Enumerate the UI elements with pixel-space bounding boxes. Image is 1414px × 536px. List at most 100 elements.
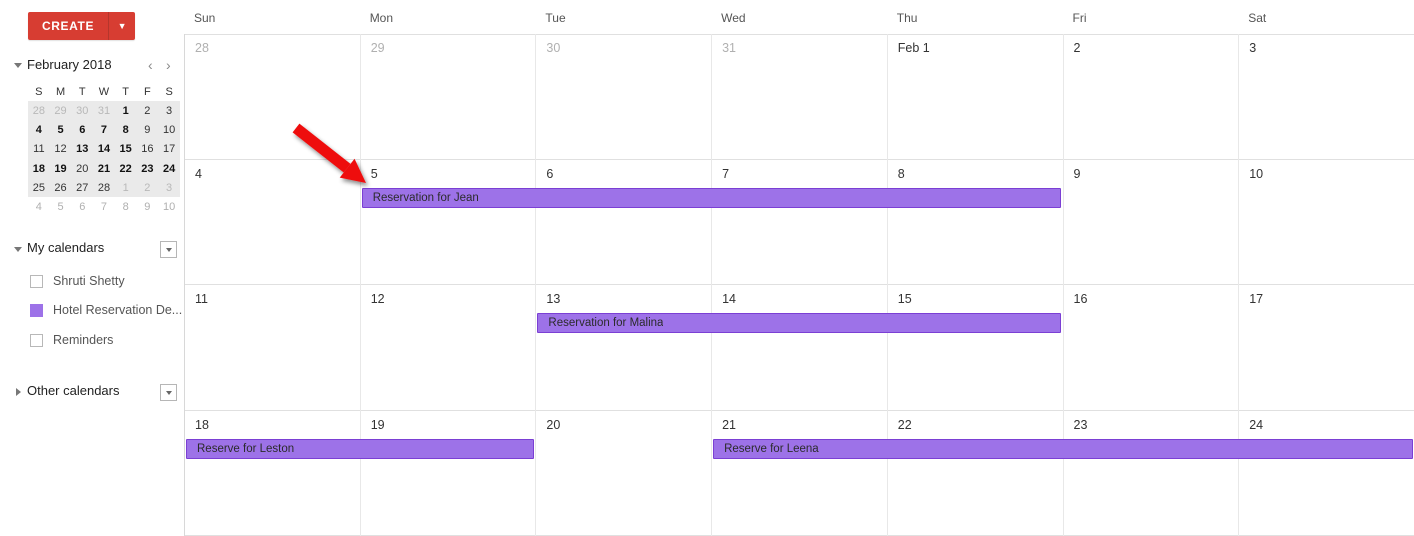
mini-calendar-day[interactable]: 11 xyxy=(28,140,50,159)
mini-calendar-day[interactable]: 12 xyxy=(50,140,72,159)
mini-calendar-day[interactable]: 6 xyxy=(71,120,93,139)
mini-calendar-day[interactable]: 5 xyxy=(50,120,72,139)
day-number: 20 xyxy=(546,418,560,432)
mini-calendar-day[interactable]: 4 xyxy=(28,197,50,216)
day-cell[interactable]: 16 xyxy=(1063,285,1239,411)
create-dropdown-arrow-icon[interactable]: ▼ xyxy=(109,12,135,40)
calendar-event[interactable]: Reservation for Malina xyxy=(537,313,1061,333)
day-cell[interactable]: 2 xyxy=(1063,34,1239,160)
mini-calendar-day[interactable]: 24 xyxy=(158,159,180,178)
day-cell[interactable]: 22 xyxy=(887,411,1063,536)
mini-calendar-day[interactable]: 2 xyxy=(137,101,159,120)
my-calendars-title: My calendars xyxy=(27,240,104,255)
mini-calendar-day[interactable]: 13 xyxy=(71,140,93,159)
mini-calendar-day[interactable]: 21 xyxy=(93,159,115,178)
my-calendars-section-header[interactable]: My calendars xyxy=(14,240,184,260)
day-cell[interactable]: 7 xyxy=(711,160,887,286)
mini-calendar-day[interactable]: 19 xyxy=(50,159,72,178)
mini-calendar-day[interactable]: 17 xyxy=(158,140,180,159)
calendar-event[interactable]: Reserve for Leston xyxy=(186,439,534,459)
mini-calendar-next-icon[interactable]: › xyxy=(166,56,171,74)
calendar-checkbox[interactable] xyxy=(30,334,43,347)
day-cell[interactable]: 4 xyxy=(184,160,360,286)
day-cell[interactable]: 13 xyxy=(535,285,711,411)
mini-calendar-day[interactable]: 5 xyxy=(50,197,72,216)
calendar-item-reminders[interactable]: Reminders xyxy=(30,331,113,349)
day-cell[interactable]: 8 xyxy=(887,160,1063,286)
day-cell[interactable]: 20 xyxy=(535,411,711,536)
mini-calendar-day[interactable]: 15 xyxy=(115,140,137,159)
day-cell[interactable]: 24 xyxy=(1238,411,1414,536)
calendar-checkbox[interactable] xyxy=(30,304,43,317)
day-cell[interactable]: 23 xyxy=(1063,411,1239,536)
create-button[interactable]: CREATE xyxy=(28,12,109,40)
mini-calendar-day[interactable]: 9 xyxy=(137,120,159,139)
day-cell[interactable]: 9 xyxy=(1063,160,1239,286)
mini-calendar-day[interactable]: 16 xyxy=(137,140,159,159)
mini-calendar-weekday-row: SMTWTFS xyxy=(28,83,180,101)
mini-calendar-day[interactable]: 10 xyxy=(158,120,180,139)
day-cell[interactable]: 31 xyxy=(711,34,887,160)
mini-calendar-day[interactable]: 26 xyxy=(50,178,72,197)
mini-calendar-day[interactable]: 10 xyxy=(158,197,180,216)
mini-calendar-collapse-triangle-icon[interactable] xyxy=(14,63,22,68)
mini-calendar-day[interactable]: 4 xyxy=(28,120,50,139)
day-cell[interactable]: 17 xyxy=(1238,285,1414,411)
mini-calendar-day[interactable]: 8 xyxy=(115,120,137,139)
day-cell[interactable]: 30 xyxy=(535,34,711,160)
mini-calendar-day[interactable]: 1 xyxy=(115,178,137,197)
day-cell[interactable]: 28 xyxy=(184,34,360,160)
calendar-checkbox[interactable] xyxy=(30,275,43,288)
mini-calendar-day[interactable]: 27 xyxy=(71,178,93,197)
mini-calendar-day[interactable]: 3 xyxy=(158,178,180,197)
my-calendars-options-button[interactable] xyxy=(160,241,177,258)
calendar-item-shruti-shetty[interactable]: Shruti Shetty xyxy=(30,272,125,290)
day-cell[interactable]: 6 xyxy=(535,160,711,286)
day-cell[interactable]: Feb 1 xyxy=(887,34,1063,160)
day-cell[interactable]: 11 xyxy=(184,285,360,411)
day-number: 31 xyxy=(722,41,736,55)
mini-calendar-prev-icon[interactable]: ‹ xyxy=(148,56,153,74)
mini-calendar-day[interactable]: 18 xyxy=(28,159,50,178)
day-cell[interactable]: 3 xyxy=(1238,34,1414,160)
day-cell[interactable]: 18 xyxy=(184,411,360,536)
mini-calendar-day[interactable]: 30 xyxy=(71,101,93,120)
mini-calendar-day[interactable]: 20 xyxy=(71,159,93,178)
mini-calendar-title: February 2018 xyxy=(27,57,112,72)
day-cell[interactable]: 12 xyxy=(360,285,536,411)
calendar-event[interactable]: Reserve for Leena xyxy=(713,439,1413,459)
calendar-event-title: Reserve for Leston xyxy=(187,443,294,455)
other-calendars-expand-triangle-icon[interactable] xyxy=(16,388,21,396)
calendar-event[interactable]: Reservation for Jean xyxy=(362,188,1062,208)
mini-calendar-day[interactable]: 14 xyxy=(93,140,115,159)
day-cell[interactable]: 21 xyxy=(711,411,887,536)
mini-calendar-day[interactable]: 2 xyxy=(137,178,159,197)
day-cell[interactable]: 10 xyxy=(1238,160,1414,286)
mini-calendar-day[interactable]: 23 xyxy=(137,159,159,178)
day-cell[interactable]: 15 xyxy=(887,285,1063,411)
mini-calendar-day[interactable]: 7 xyxy=(93,197,115,216)
mini-calendar-day[interactable]: 28 xyxy=(93,178,115,197)
day-cell[interactable]: 5 xyxy=(360,160,536,286)
day-number: Feb 1 xyxy=(898,41,930,55)
other-calendars-section-header[interactable]: Other calendars xyxy=(14,383,184,403)
mini-calendar-day[interactable]: 29 xyxy=(50,101,72,120)
day-cell[interactable]: 14 xyxy=(711,285,887,411)
day-cell[interactable]: 29 xyxy=(360,34,536,160)
mini-calendar-day[interactable]: 7 xyxy=(93,120,115,139)
mini-calendar-day[interactable]: 1 xyxy=(115,101,137,120)
create-button-group[interactable]: CREATE ▼ xyxy=(28,12,135,40)
mini-calendar-day[interactable]: 22 xyxy=(115,159,137,178)
mini-calendar-day[interactable]: 3 xyxy=(158,101,180,120)
mini-calendar-day[interactable]: 31 xyxy=(93,101,115,120)
mini-calendar-day[interactable]: 25 xyxy=(28,178,50,197)
other-calendars-options-button[interactable] xyxy=(160,384,177,401)
my-calendars-collapse-triangle-icon[interactable] xyxy=(14,247,22,252)
mini-calendar-day[interactable]: 28 xyxy=(28,101,50,120)
day-cell[interactable]: 19 xyxy=(360,411,536,536)
mini-calendar-day[interactable]: 6 xyxy=(71,197,93,216)
mini-calendar-day[interactable]: 9 xyxy=(137,197,159,216)
calendar-item-hotel-reservation[interactable]: Hotel Reservation De... xyxy=(30,301,182,319)
day-number: 30 xyxy=(546,41,560,55)
mini-calendar-day[interactable]: 8 xyxy=(115,197,137,216)
